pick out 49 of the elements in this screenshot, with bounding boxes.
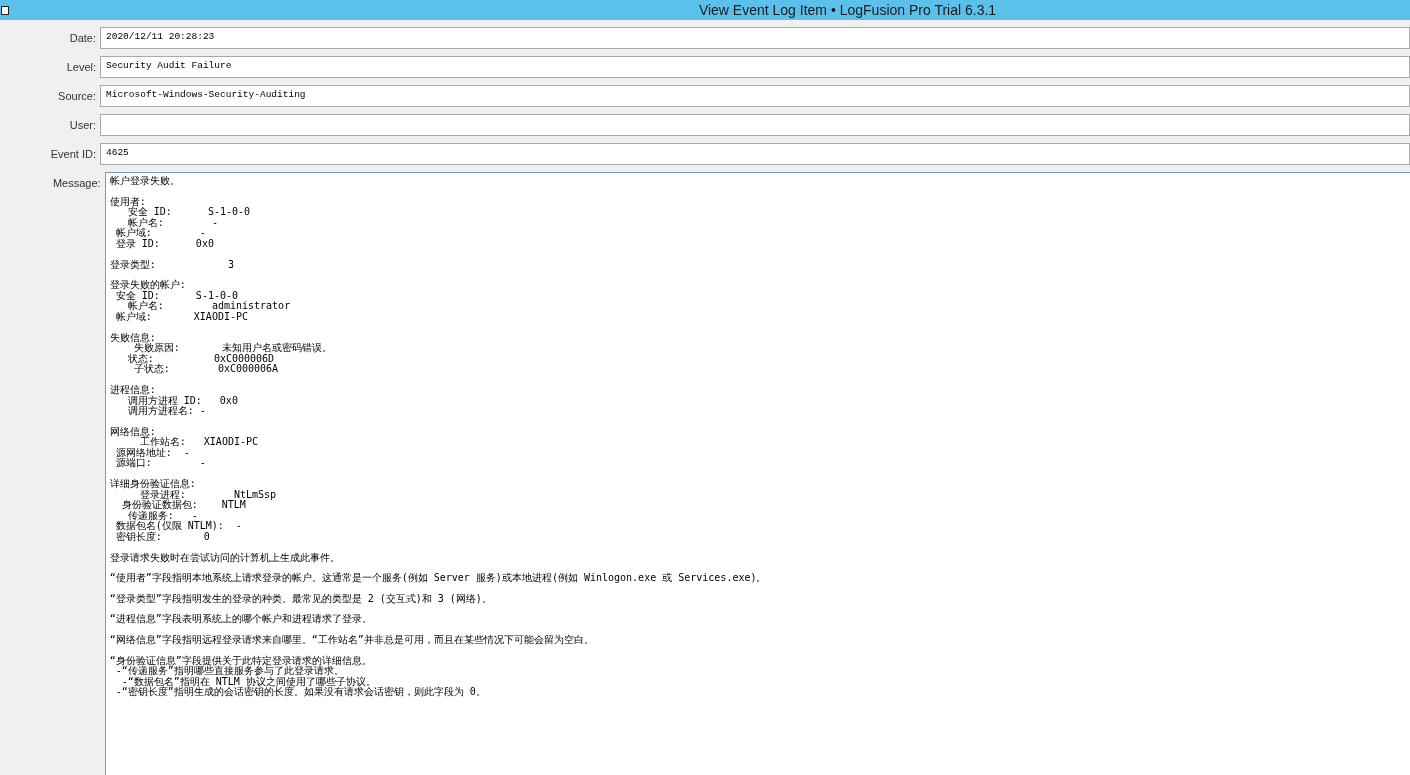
- field-label: Date:: [68, 31, 97, 44]
- message-line: 失败原因: 未知用户名或密码错误。: [133, 343, 332, 354]
- message-line: 登录 ID: 0x0: [114, 238, 214, 250]
- message-line: “登录类型”字段指明发生的登录的种类。最常见的类型是 2 (交互式)和 3 (网络)。: [109, 593, 492, 605]
- message-line: -“数据包名”指明在 NTLM 协议之间使用了哪些子协议。: [120, 676, 376, 687]
- message-line: 安全 ID: S-1-0-0: [127, 207, 251, 218]
- field-label: User:: [68, 118, 97, 131]
- text-field[interactable]: Security Audit Failure: [100, 56, 1410, 78]
- message-line: 登录类型: 3: [109, 259, 234, 271]
- message-line: “进程信息”字段表明系统上的哪个帐户和进程请求了登录。: [109, 614, 372, 625]
- message-line: 详细身份验证信息:: [109, 479, 196, 490]
- message-line: 源网络地址: -: [114, 447, 190, 459]
- message-line: 网络信息:: [109, 426, 156, 438]
- message-line: 数据包名(仅限 NTLM): -: [114, 521, 242, 532]
- message-line: 身份验证数据包: NTLM: [120, 500, 246, 511]
- message-line: 密钥长度: 0: [114, 532, 210, 543]
- message-line: “使用者”字段指明本地系统上请求登录的帐户。这通常是一个服务(例如 Server 服务)或本地进程(例如 Winlogon.exe 或 Services.exe)。: [109, 573, 767, 584]
- message-line: -“密钥长度”指明生成的会话密钥的长度。如果没有请求会话密钥，则此字段为 0。: [114, 687, 486, 698]
- field-label: Message:: [51, 176, 102, 191]
- message-line: 安全 ID: S-1-0-0: [115, 290, 238, 301]
- text-field[interactable]: 2020/12/11 20:28:23: [100, 27, 1410, 49]
- text-field[interactable]: Microsoft-Windows-Security-Auditing: [100, 85, 1410, 107]
- text-field[interactable]: [100, 114, 1410, 136]
- field-label: Level:: [65, 60, 97, 73]
- field-label: Event ID:: [49, 147, 97, 160]
- message-line: 帐户登录失败。: [109, 176, 180, 187]
- message-line: 使用者:: [109, 196, 146, 207]
- field-label: Source:: [57, 89, 97, 102]
- message-line: 帐户域: XIAODI-PC: [114, 311, 248, 323]
- message-line: 源端口: -: [114, 458, 206, 470]
- message-line: 调用方进程名: -: [126, 406, 206, 417]
- message-line: “网络信息”字段指明远程登录请求来自哪里。“工作站名”并非总是可用，而且在某些情况下可能会留为空白。: [109, 635, 594, 646]
- message-line: 帐户域: -: [114, 228, 206, 239]
- message-line: 工作站名: XIAODI-PC: [139, 437, 258, 448]
- message-line: 传递服务: -: [127, 510, 198, 522]
- message-line: 进程信息:: [109, 384, 156, 395]
- message-text-area[interactable]: [104, 172, 1410, 775]
- message-line: -“传递服务”指明哪些直接服务参与了此登录请求。: [114, 666, 344, 677]
- message-line: 子状态: 0xC000006A: [133, 364, 279, 375]
- window-icon: [1, 5, 9, 15]
- message-line: 登录进程: NtLmSsp: [139, 489, 277, 501]
- message-line: 失败信息:: [109, 332, 156, 343]
- message-line: 状态: 0xC000006D: [126, 353, 275, 365]
- message-line: 登录失败的帐户:: [109, 280, 186, 291]
- text-field[interactable]: 4625: [100, 143, 1410, 165]
- window-title: View Event Log Item • LogFusion Pro Trial 6.3.1: [697, 2, 998, 18]
- message-line: 帐户名: administrator: [127, 301, 291, 312]
- message-line: 调用方进程 ID: 0x0: [127, 395, 238, 406]
- message-line: 登录请求失败时在尝试访问的计算机上生成此事件。: [109, 552, 340, 564]
